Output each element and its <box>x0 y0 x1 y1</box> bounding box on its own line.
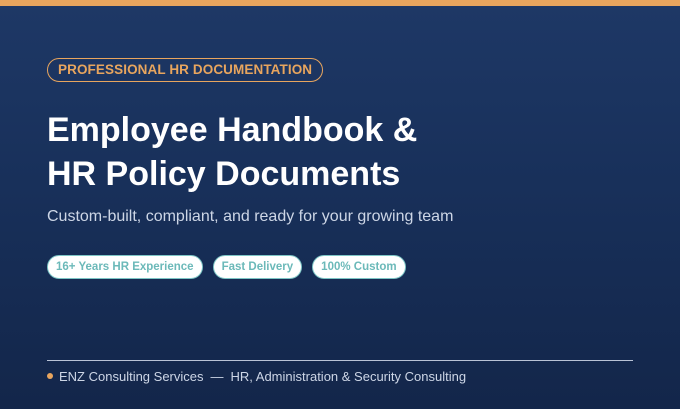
eyebrow-badge: PROFESSIONAL HR DOCUMENTATION <box>47 58 324 82</box>
feature-tags: 16+ Years HR Experience Fast Delivery 10… <box>47 255 406 279</box>
subtitle: Custom-built, compliant, and ready for y… <box>47 208 454 225</box>
tag-custom: 100% Custom <box>312 255 406 279</box>
tag-fast-delivery: Fast Delivery <box>212 255 303 279</box>
footer-divider <box>47 360 633 361</box>
tag-experience: 16+ Years HR Experience <box>47 255 203 279</box>
top-accent-bar <box>0 0 680 6</box>
orange-dot-icon <box>47 373 53 379</box>
headline-line-2: HR Policy Documents <box>47 155 401 193</box>
footer-tagline: HR, Administration & Security Consulting <box>230 368 467 384</box>
footer-company: ENZ Consulting Services <box>59 368 204 384</box>
footer-separator: — <box>210 368 224 384</box>
footer: ENZ Consulting Services — HR, Administra… <box>47 367 466 385</box>
hr-documentation-banner: PROFESSIONAL HR DOCUMENTATION Employee H… <box>0 0 680 409</box>
headline-line-1: Employee Handbook & <box>47 111 418 149</box>
headline: Employee Handbook & HR Policy Documents <box>47 108 417 196</box>
